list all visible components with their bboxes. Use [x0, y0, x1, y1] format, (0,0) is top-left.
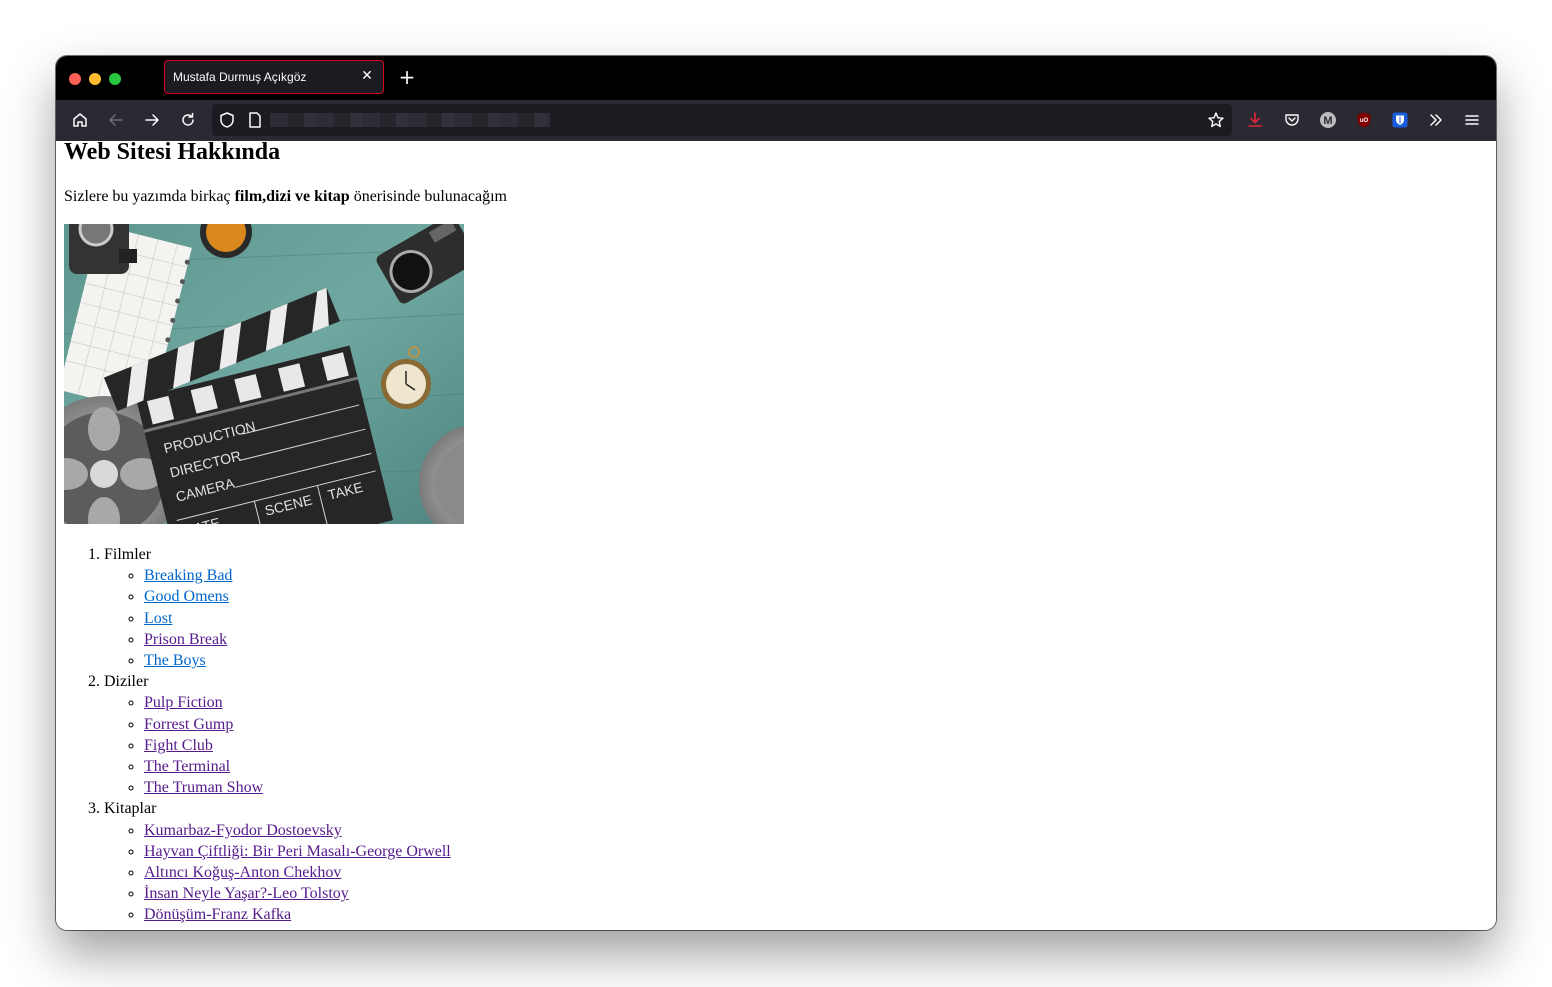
page-icon	[245, 110, 265, 130]
zoom-window-button[interactable]	[109, 73, 121, 85]
title-list: Breaking Bad Good Omens Lost Prison Brea…	[104, 565, 451, 671]
navigation-toolbar: M uO	[56, 100, 1496, 141]
tab-active[interactable]: Mustafa Durmuş Açıkgöz ✕	[164, 60, 384, 94]
title-list: Kumarbaz-Fyodor Dostoevsky Hayvan Çiftli…	[104, 820, 451, 926]
extension-m-icon[interactable]: M	[1318, 110, 1338, 130]
list-item: Breaking Bad	[144, 565, 451, 586]
intro-bold-text: film,dizi ve kitap	[234, 188, 350, 205]
recommendation-lists: Filmler Breaking Bad Good Omens Lost Pri…	[64, 544, 451, 926]
star-icon[interactable]	[1206, 110, 1226, 130]
reload-icon[interactable]	[178, 110, 198, 130]
close-window-button[interactable]	[69, 73, 81, 85]
bitwarden-icon[interactable]	[1390, 110, 1410, 130]
back-arrow-icon[interactable]	[106, 110, 126, 130]
title-link[interactable]: Pulp Fiction	[144, 694, 223, 711]
title-link[interactable]: Forrest Gump	[144, 716, 233, 733]
list-item: Prison Break	[144, 629, 451, 650]
title-link[interactable]: The Terminal	[144, 758, 230, 775]
title-link[interactable]: Breaking Bad	[144, 567, 232, 584]
ublock-icon[interactable]: uO	[1354, 110, 1374, 130]
download-icon[interactable]	[1245, 110, 1265, 130]
svg-text:uO: uO	[1360, 118, 1369, 124]
close-icon[interactable]: ✕	[359, 68, 375, 84]
intro-text-start: Sizlere bu yazımda birkaç	[64, 188, 235, 205]
list-item: İnsan Neyle Yaşar?-Leo Tolstoy	[144, 883, 451, 904]
clapperboard-image: PRODUCTION DIRECTOR CAMERA DATE SCENE TA…	[64, 224, 464, 524]
title-link[interactable]: Dönüşüm-Franz Kafka	[144, 906, 291, 923]
list-item: Hayvan Çiftliği: Bir Peri Masalı-George …	[144, 841, 451, 862]
page-title: Web Sitesi Hakkında	[64, 139, 281, 165]
hamburger-menu-icon[interactable]	[1462, 110, 1482, 130]
list-item: Altıncı Koğuş-Anton Chekhov	[144, 862, 451, 883]
url-text-redacted[interactable]	[270, 113, 550, 127]
title-link[interactable]: Good Omens	[144, 588, 229, 605]
home-icon[interactable]	[70, 110, 90, 130]
category-title: Kitaplar	[104, 800, 157, 818]
tab-bar: Mustafa Durmuş Açıkgöz ✕ +	[56, 56, 1496, 100]
category-item-filmler: Filmler Breaking Bad Good Omens Lost Pri…	[104, 544, 451, 671]
pocket-icon[interactable]	[1282, 110, 1302, 130]
category-list: Filmler Breaking Bad Good Omens Lost Pri…	[64, 544, 451, 926]
title-list: Pulp Fiction Forrest Gump Fight Club The…	[104, 692, 451, 798]
intro-paragraph: Sizlere bu yazımda birkaç film,dizi ve k…	[64, 188, 507, 206]
category-title: Diziler	[104, 673, 149, 691]
category-title: Filmler	[104, 546, 152, 563]
list-item: Pulp Fiction	[144, 692, 451, 713]
title-link[interactable]: Prison Break	[144, 631, 227, 648]
intro-text-end: önerisinde bulunacağım	[349, 188, 507, 205]
title-link[interactable]: Kumarbaz-Fyodor Dostoevsky	[144, 822, 342, 839]
title-link[interactable]: Lost	[144, 610, 172, 627]
list-item: The Terminal	[144, 756, 451, 777]
category-item-kitaplar: Kitaplar Kumarbaz-Fyodor Dostoevsky Hayv…	[104, 798, 451, 925]
list-item: The Truman Show	[144, 777, 451, 798]
title-link[interactable]: İnsan Neyle Yaşar?-Leo Tolstoy	[144, 885, 349, 902]
page-content: Web Sitesi Hakkında Sizlere bu yazımda b…	[56, 139, 1496, 930]
list-item: Forrest Gump	[144, 714, 451, 735]
list-item: Kumarbaz-Fyodor Dostoevsky	[144, 820, 451, 841]
url-bar[interactable]	[212, 104, 1232, 136]
list-item: Good Omens	[144, 586, 451, 607]
title-link[interactable]: The Boys	[144, 652, 206, 669]
title-link[interactable]: The Truman Show	[144, 779, 263, 796]
list-item: Dönüşüm-Franz Kafka	[144, 904, 451, 925]
category-item-diziler: Diziler Pulp Fiction Forrest Gump Fight …	[104, 671, 451, 798]
svg-text:M: M	[1323, 115, 1332, 127]
title-link[interactable]: Altıncı Koğuş-Anton Chekhov	[144, 864, 341, 881]
new-tab-button[interactable]: +	[396, 66, 418, 88]
list-item: The Boys	[144, 650, 451, 671]
title-link[interactable]: Hayvan Çiftliği: Bir Peri Masalı-George …	[144, 843, 451, 860]
tab-title: Mustafa Durmuş Açıkgöz	[173, 70, 307, 84]
forward-arrow-icon[interactable]	[142, 110, 162, 130]
minimize-window-button[interactable]	[89, 73, 101, 85]
list-item: Lost	[144, 608, 451, 629]
list-item: Fight Club	[144, 735, 451, 756]
browser-window: Mustafa Durmuş Açıkgöz ✕ + M uO Web Site…	[56, 56, 1496, 930]
chevrons-icon[interactable]	[1426, 110, 1446, 130]
shield-icon[interactable]	[217, 110, 237, 130]
title-link[interactable]: Fight Club	[144, 737, 213, 754]
